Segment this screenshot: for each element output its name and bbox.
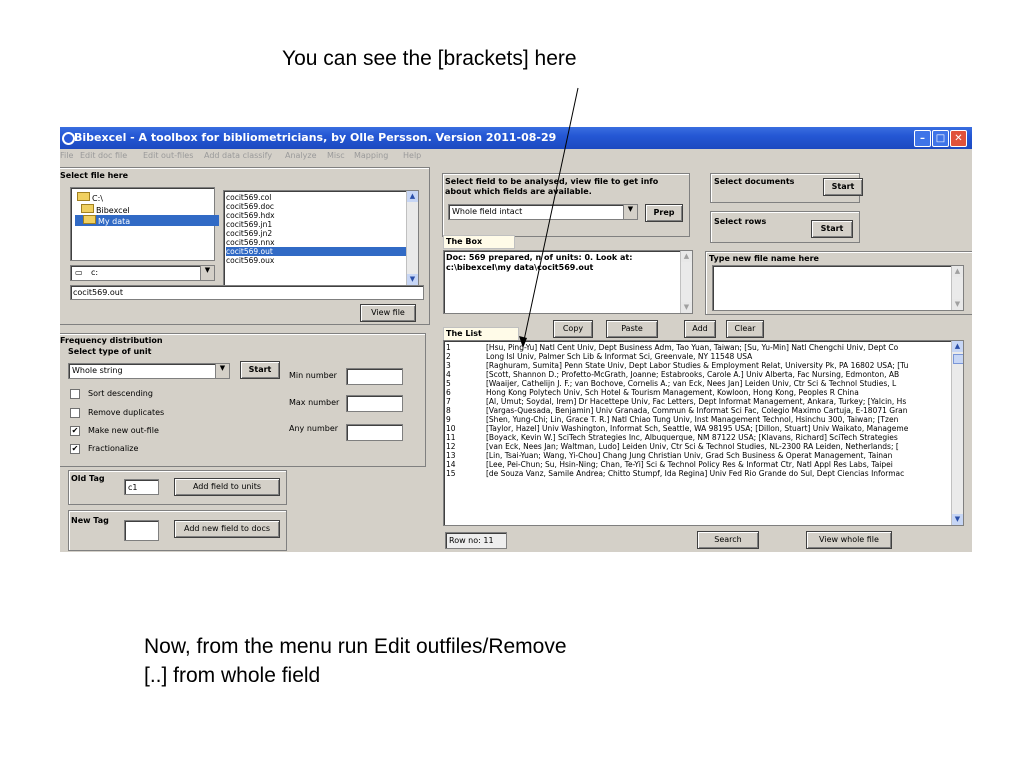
arrow-head-icon bbox=[519, 336, 527, 348]
annotation-arrow bbox=[519, 87, 579, 348]
